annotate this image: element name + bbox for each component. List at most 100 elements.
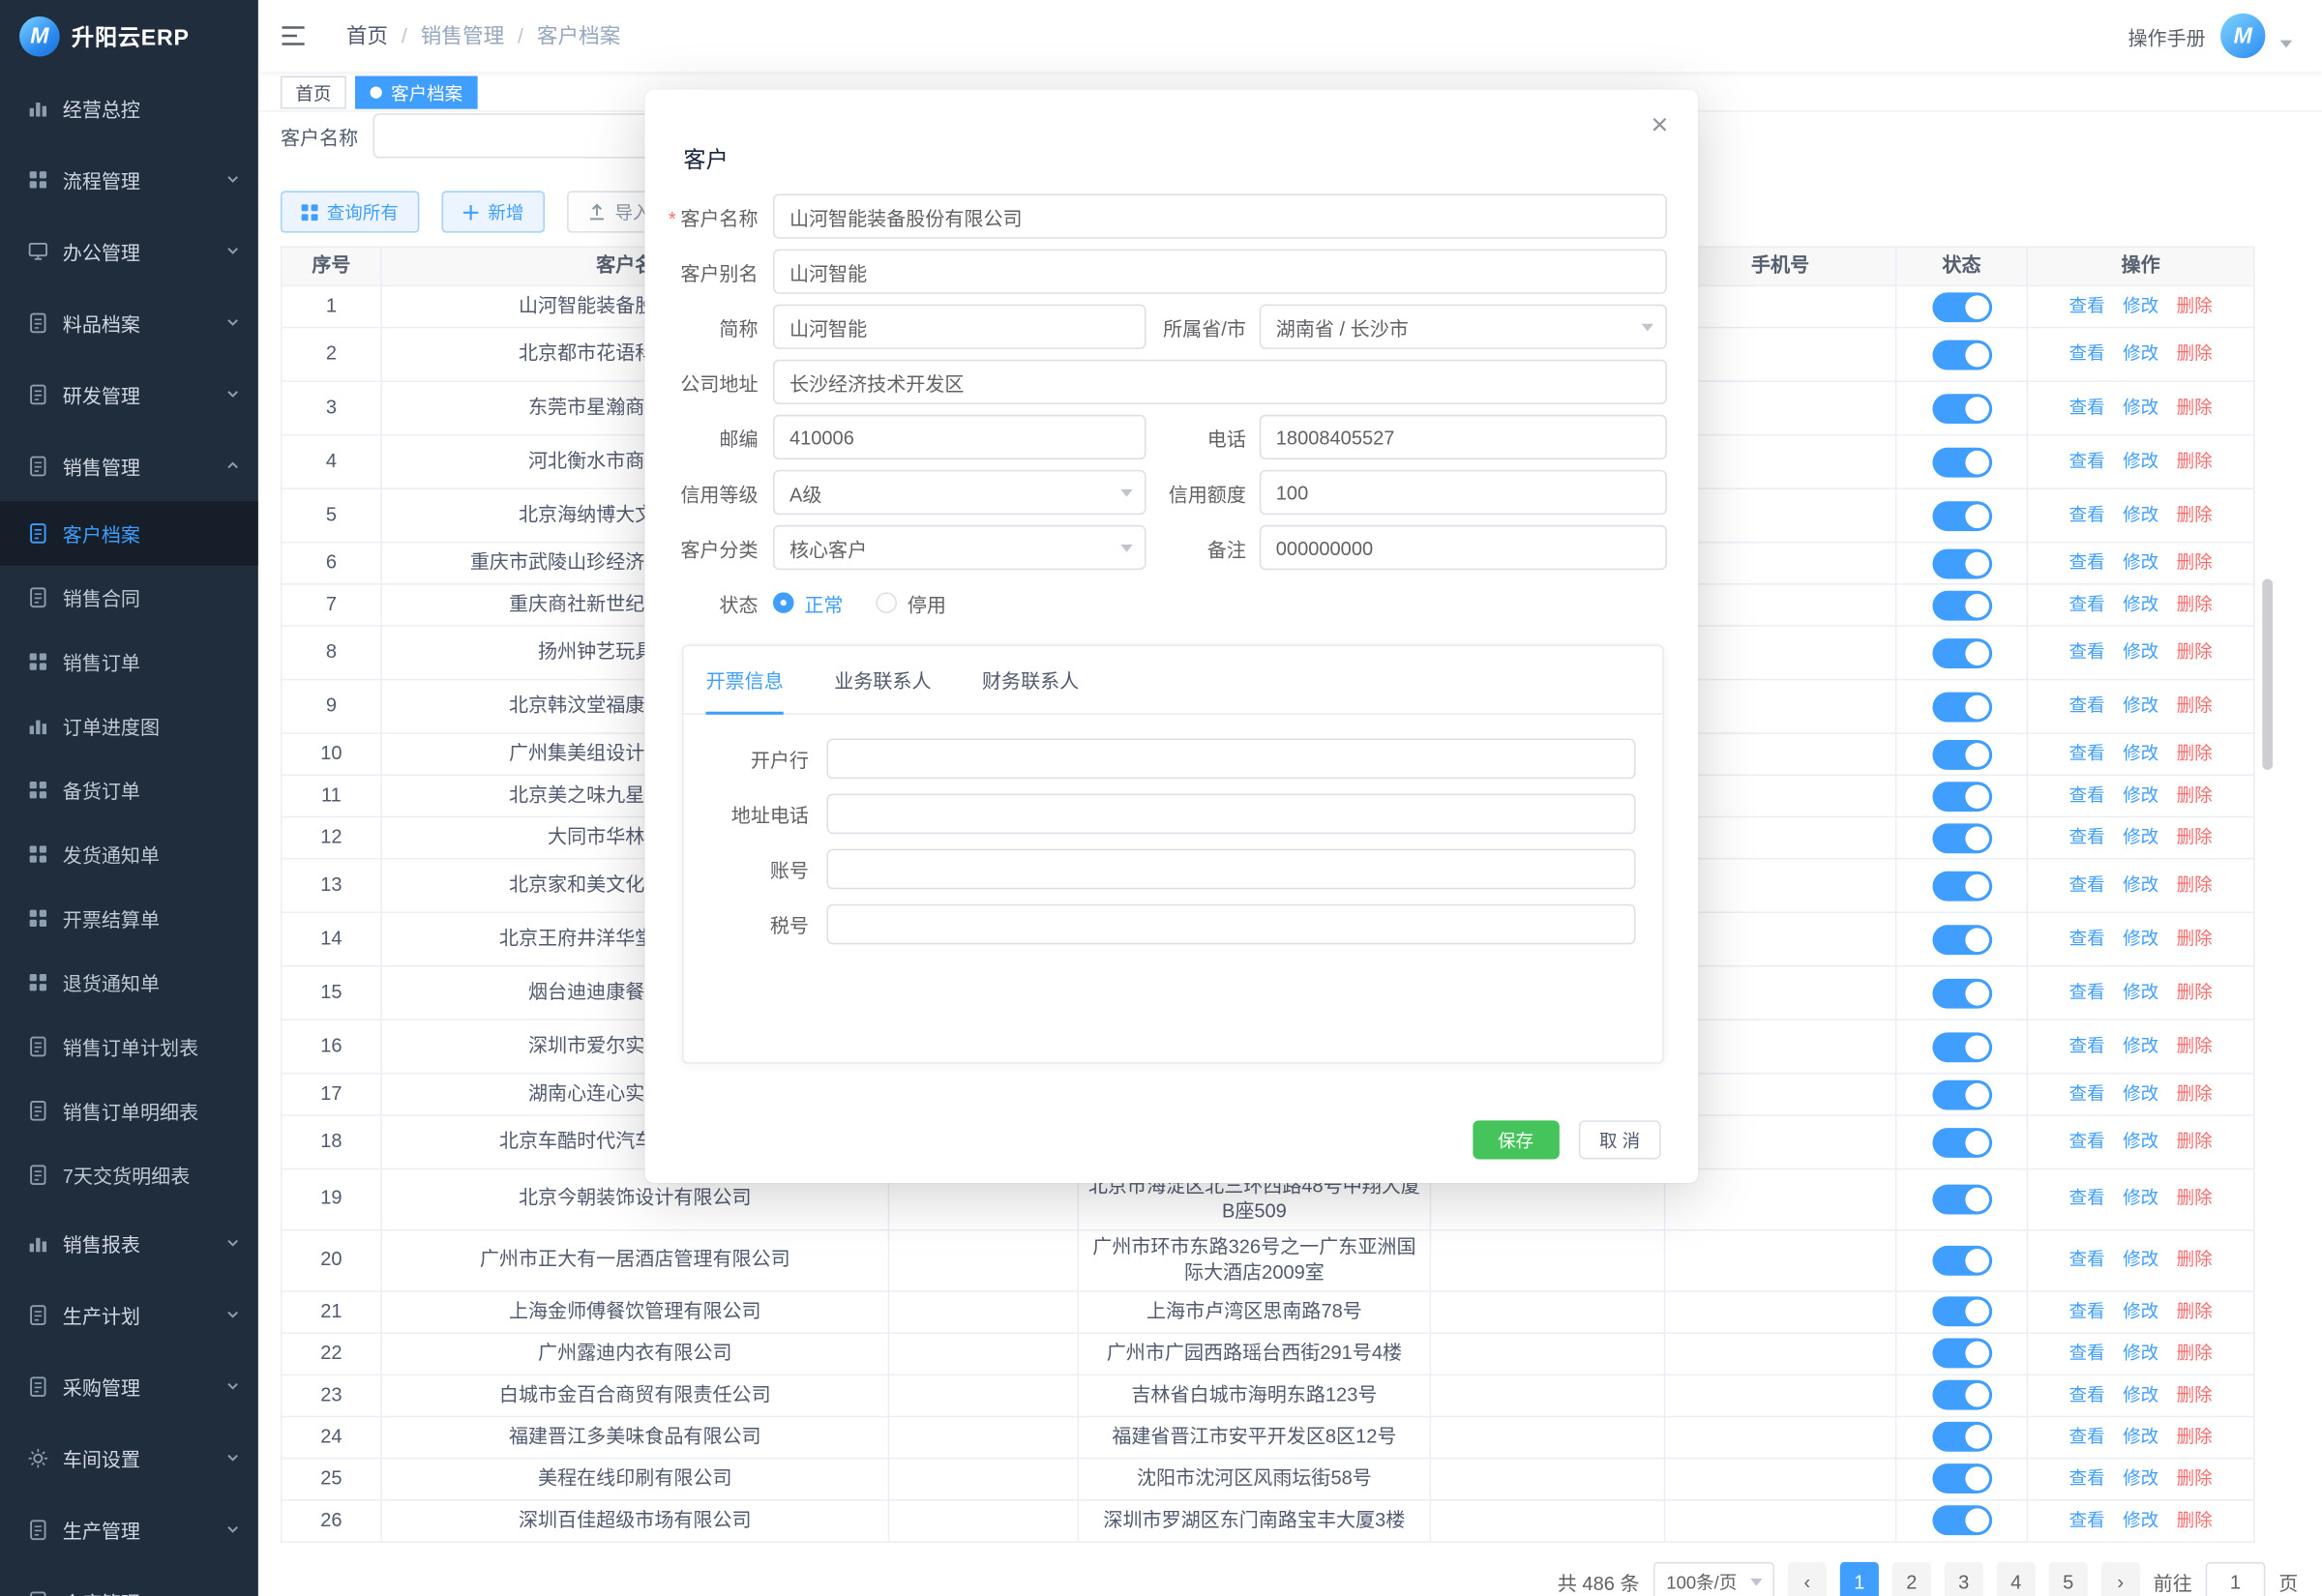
goto-page-input[interactable] <box>2206 1562 2266 1596</box>
status-toggle[interactable] <box>1932 1245 1992 1275</box>
status-toggle[interactable] <box>1932 1032 1992 1062</box>
view-link[interactable]: 查看 <box>2069 982 2105 1003</box>
category-select[interactable]: 核心客户 <box>773 525 1146 570</box>
phone-field[interactable] <box>1260 415 1667 459</box>
view-link[interactable]: 查看 <box>2069 1426 2105 1447</box>
view-link[interactable]: 查看 <box>2069 295 2105 316</box>
view-link[interactable]: 查看 <box>2069 1249 2105 1270</box>
manual-link[interactable]: 操作手册 <box>2128 21 2205 49</box>
page-button-5[interactable]: 5 <box>2049 1562 2088 1596</box>
edit-link[interactable]: 修改 <box>2123 504 2158 525</box>
sidebar-item-dashboard[interactable]: 经营总控 <box>0 72 258 143</box>
status-toggle[interactable] <box>1932 692 1992 722</box>
breadcrumb-home[interactable]: 首页 <box>346 21 388 51</box>
account-field[interactable] <box>827 849 1636 890</box>
view-link[interactable]: 查看 <box>2069 1509 2105 1530</box>
delete-link[interactable]: 删除 <box>2177 982 2213 1003</box>
status-toggle[interactable] <box>1932 1422 1992 1452</box>
status-toggle[interactable] <box>1932 1079 1992 1109</box>
edit-link[interactable]: 修改 <box>2123 343 2158 365</box>
page-button-1[interactable]: 1 <box>1840 1562 1879 1596</box>
delete-link[interactable]: 删除 <box>2177 504 2213 525</box>
view-link[interactable]: 查看 <box>2069 743 2105 764</box>
delete-link[interactable]: 删除 <box>2177 552 2213 574</box>
tax-no-field[interactable] <box>827 904 1636 945</box>
avatar[interactable]: M <box>2220 14 2265 58</box>
edit-link[interactable]: 修改 <box>2123 1467 2158 1489</box>
tab-business-contact[interactable]: 业务联系人 <box>834 646 931 713</box>
prev-page-button[interactable]: ‹ <box>1788 1562 1827 1596</box>
credit-level-select[interactable]: A级 <box>773 470 1146 515</box>
edit-link[interactable]: 修改 <box>2123 928 2158 949</box>
edit-link[interactable]: 修改 <box>2123 295 2158 316</box>
query-all-button[interactable]: 查询所有 <box>281 191 419 232</box>
status-toggle[interactable] <box>1932 925 1992 955</box>
delete-link[interactable]: 删除 <box>2177 1083 2213 1105</box>
view-link[interactable]: 查看 <box>2069 594 2105 615</box>
page-button-3[interactable]: 3 <box>1945 1562 1983 1596</box>
delete-link[interactable]: 删除 <box>2177 641 2213 663</box>
cancel-button[interactable]: 取 消 <box>1578 1120 1660 1159</box>
view-link[interactable]: 查看 <box>2069 1384 2105 1405</box>
status-toggle[interactable] <box>1932 781 1992 811</box>
delete-link[interactable]: 删除 <box>2177 397 2213 418</box>
edit-link[interactable]: 修改 <box>2123 1300 2158 1321</box>
sidebar-item-invoice-note[interactable]: 开票结算单 <box>0 886 258 950</box>
sidebar-item-office[interactable]: 办公管理 <box>0 215 258 286</box>
delete-link[interactable]: 删除 <box>2177 594 2213 615</box>
view-link[interactable]: 查看 <box>2069 504 2105 525</box>
edit-link[interactable]: 修改 <box>2123 1036 2158 1057</box>
edit-link[interactable]: 修改 <box>2123 1249 2158 1270</box>
tab-invoice-info[interactable]: 开票信息 <box>706 646 784 713</box>
status-toggle[interactable] <box>1932 292 1992 322</box>
tab-finance-contact[interactable]: 财务联系人 <box>982 646 1079 713</box>
sidebar-item-delivery-note[interactable]: 发货通知单 <box>0 822 258 886</box>
edit-link[interactable]: 修改 <box>2123 1343 2158 1364</box>
delete-link[interactable]: 删除 <box>2177 1343 2213 1364</box>
status-toggle[interactable] <box>1932 1296 1992 1326</box>
edit-link[interactable]: 修改 <box>2123 1384 2158 1405</box>
edit-link[interactable]: 修改 <box>2123 743 2158 764</box>
view-link[interactable]: 查看 <box>2069 397 2105 418</box>
view-link[interactable]: 查看 <box>2069 343 2105 365</box>
customer-name-input[interactable] <box>373 113 666 158</box>
chevron-down-icon[interactable] <box>2280 40 2292 47</box>
edit-link[interactable]: 修改 <box>2123 1131 2158 1152</box>
view-link[interactable]: 查看 <box>2069 784 2105 806</box>
edit-link[interactable]: 修改 <box>2123 552 2158 574</box>
status-toggle[interactable] <box>1932 447 1992 477</box>
delete-link[interactable]: 删除 <box>2177 928 2213 949</box>
add-button[interactable]: 新增 <box>442 191 545 232</box>
status-toggle[interactable] <box>1932 548 1992 578</box>
edit-link[interactable]: 修改 <box>2123 784 2158 806</box>
delete-link[interactable]: 删除 <box>2177 784 2213 806</box>
delete-link[interactable]: 删除 <box>2177 1509 2213 1530</box>
sidebar-item-warehouse[interactable]: 仓库管理 <box>0 1565 258 1596</box>
view-link[interactable]: 查看 <box>2069 1083 2105 1105</box>
next-page-button[interactable]: › <box>2101 1562 2140 1596</box>
status-toggle[interactable] <box>1932 1463 1992 1493</box>
delete-link[interactable]: 删除 <box>2177 1036 2213 1057</box>
sidebar-item-sales-order[interactable]: 销售订单 <box>0 630 258 694</box>
status-toggle[interactable] <box>1932 500 1992 530</box>
status-toggle[interactable] <box>1932 1339 1992 1369</box>
status-toggle[interactable] <box>1932 340 1992 369</box>
delete-link[interactable]: 删除 <box>2177 874 2213 896</box>
edit-link[interactable]: 修改 <box>2123 874 2158 896</box>
vertical-scrollbar-thumb[interactable] <box>2262 578 2273 769</box>
view-link[interactable]: 查看 <box>2069 1036 2105 1057</box>
sidebar-item-return-note[interactable]: 退货通知单 <box>0 951 258 1015</box>
delete-link[interactable]: 删除 <box>2177 343 2213 365</box>
sidebar-item-order-detail[interactable]: 销售订单明细表 <box>0 1079 258 1142</box>
sidebar-item-workshop[interactable]: 车间设置 <box>0 1422 258 1493</box>
view-link[interactable]: 查看 <box>2069 552 2105 574</box>
tag-home[interactable]: 首页 <box>281 76 346 109</box>
bank-field[interactable] <box>827 738 1636 779</box>
view-link[interactable]: 查看 <box>2069 1188 2105 1209</box>
delete-link[interactable]: 删除 <box>2177 1300 2213 1321</box>
sidebar-item-purchase[interactable]: 采购管理 <box>0 1350 258 1422</box>
delete-link[interactable]: 删除 <box>2177 827 2213 848</box>
close-icon[interactable]: × <box>1651 110 1668 140</box>
page-button-4[interactable]: 4 <box>1997 1562 2036 1596</box>
status-radio-normal[interactable]: 正常 <box>773 588 844 616</box>
